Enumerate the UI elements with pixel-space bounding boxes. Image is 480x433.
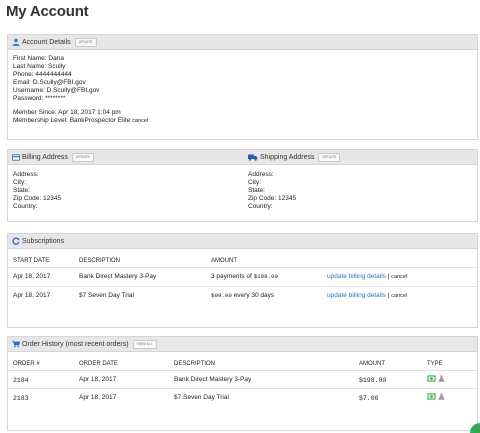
order-history-panel: Order History (most recent orders) VIEW … xyxy=(7,336,478,431)
user-icon xyxy=(12,38,20,46)
subscriptions-header: Subscriptions xyxy=(8,234,477,249)
sub-actions: update billing details | cancel xyxy=(327,273,407,280)
last-name-text: Last Name: Scully xyxy=(13,63,66,70)
sub-amount-value: $198.00 xyxy=(253,273,278,280)
shipping-address: Address: xyxy=(248,171,274,178)
billing-zip: Zip Code: 12345 xyxy=(13,195,62,202)
col-description: DESCRIPTION xyxy=(79,258,121,264)
col-order-number: ORDER # xyxy=(13,361,40,367)
billing-title: Billing Address xyxy=(22,154,68,161)
billing-address-block: Address: City: State: Zip Code: 12345 Co… xyxy=(13,171,61,211)
sub-start: Apr 18, 2017 xyxy=(13,292,51,299)
order-type xyxy=(427,375,445,384)
truck-icon xyxy=(248,154,258,162)
order-description: Bank Direct Mastery 3-Pay xyxy=(174,376,252,383)
shipping-zip: Zip Code: 12345 xyxy=(248,195,297,202)
sub-description: $7 Seven Day Trial xyxy=(79,292,134,299)
order-amount: $198.00 xyxy=(359,377,387,384)
col-order-date: ORDER DATE xyxy=(79,361,118,367)
money-icon xyxy=(427,375,436,384)
update-billing-link[interactable]: update billing details xyxy=(327,292,386,299)
billing-update-button[interactable]: UPDATE xyxy=(71,153,94,162)
sub-amount-suffix: every 30 days xyxy=(231,292,275,299)
col-amount: AMOUNT xyxy=(359,361,385,367)
shipping-country: Country: xyxy=(248,203,273,210)
first-name-text: First Name: Dana xyxy=(13,55,64,62)
sub-amount-prefix: 3 payments of xyxy=(211,273,254,280)
sub-amount: 3 payments of $198.00 xyxy=(211,273,278,280)
page-title: My Account xyxy=(6,3,89,20)
flask-icon xyxy=(438,375,445,384)
subscriptions-title: Subscriptions xyxy=(22,237,65,245)
order-number: 2184 xyxy=(13,377,29,384)
divider xyxy=(8,370,477,371)
col-start-date: START DATE xyxy=(13,258,50,264)
order-date: Apr 18, 2017 xyxy=(79,376,117,383)
order-description: $7 Seven Day Trial xyxy=(174,394,229,401)
order-type xyxy=(427,393,445,402)
shipping-title: Shipping Address xyxy=(260,154,315,161)
sub-start: Apr 18, 2017 xyxy=(13,273,51,280)
cart-icon xyxy=(12,340,20,348)
membership-level-text: Membership Level: BankProspector Elite xyxy=(13,117,131,124)
shipping-state: State: xyxy=(248,187,265,194)
shipping-header: Shipping Address UPDATE xyxy=(248,150,341,165)
divider xyxy=(8,388,477,389)
address-header: Billing Address UPDATE Shipping Address … xyxy=(8,150,477,165)
order-history-title: Order History (most recent orders) xyxy=(22,340,129,348)
account-details-panel: Account Details UPDATE First Name: Dana … xyxy=(7,34,478,140)
sub-separator: | xyxy=(387,292,390,299)
member-since-text: Member Since: Apr 18, 2017 1:04 pm xyxy=(13,109,121,116)
credit-card-icon xyxy=(12,154,20,162)
sub-description: Bank Direct Mastery 3-Pay xyxy=(79,273,157,280)
membership-level-row: Membership Level: BankProspector Elite c… xyxy=(13,117,477,125)
shipping-update-button[interactable]: UPDATE xyxy=(318,153,341,162)
subscriptions-table: START DATE DESCRIPTION AMOUNT Apr 18, 20… xyxy=(8,250,477,328)
account-details-title: Account Details xyxy=(22,38,71,46)
col-description: DESCRIPTION xyxy=(174,361,216,367)
view-all-button[interactable]: VIEW ALL xyxy=(132,339,157,349)
col-type: TYPE xyxy=(427,361,443,367)
col-amount: AMOUNT xyxy=(211,258,237,264)
update-billing-link[interactable]: update billing details xyxy=(327,273,386,280)
money-icon xyxy=(427,393,436,402)
sub-amount-value: $99.00 xyxy=(211,292,232,299)
billing-country: Country: xyxy=(13,203,38,210)
membership-cancel-link[interactable]: cancel xyxy=(132,118,148,124)
flask-icon xyxy=(438,393,445,402)
order-amount: $7.00 xyxy=(359,395,379,402)
sub-cancel-link[interactable]: cancel xyxy=(391,293,407,299)
divider xyxy=(8,286,477,287)
username-text: Username: D.Scully@FBI.gov xyxy=(13,87,100,94)
billing-city: City: xyxy=(13,179,26,186)
divider xyxy=(8,267,477,268)
email-text: Email: D.Scully@FBI.gov xyxy=(13,79,86,86)
order-date: Apr 18, 2017 xyxy=(79,394,117,401)
sub-cancel-link[interactable]: cancel xyxy=(391,274,407,280)
subscriptions-panel: Subscriptions START DATE DESCRIPTION AMO… xyxy=(7,233,478,328)
address-panel: Billing Address UPDATE Shipping Address … xyxy=(7,149,478,222)
shipping-city: City: xyxy=(248,179,261,186)
sub-amount: $99.00 every 30 days xyxy=(211,292,274,299)
billing-header: Billing Address UPDATE xyxy=(12,150,94,165)
billing-state: State: xyxy=(13,187,30,194)
order-history-header: Order History (most recent orders) VIEW … xyxy=(8,337,477,352)
billing-address: Address: xyxy=(13,171,39,178)
password-text: Password: ******** xyxy=(13,95,66,102)
account-update-button[interactable]: UPDATE xyxy=(74,37,97,47)
orders-table: ORDER # ORDER DATE DESCRIPTION AMOUNT TY… xyxy=(8,353,477,431)
sub-actions: update billing details | cancel xyxy=(327,292,407,299)
shipping-address-block: Address: City: State: Zip Code: 12345 Co… xyxy=(248,171,296,211)
order-number: 2183 xyxy=(13,395,29,402)
refresh-icon xyxy=(12,237,20,245)
phone-text: Phone: 4444444444 xyxy=(13,71,72,78)
sub-separator: | xyxy=(387,273,390,280)
account-details-header: Account Details UPDATE xyxy=(8,35,477,50)
